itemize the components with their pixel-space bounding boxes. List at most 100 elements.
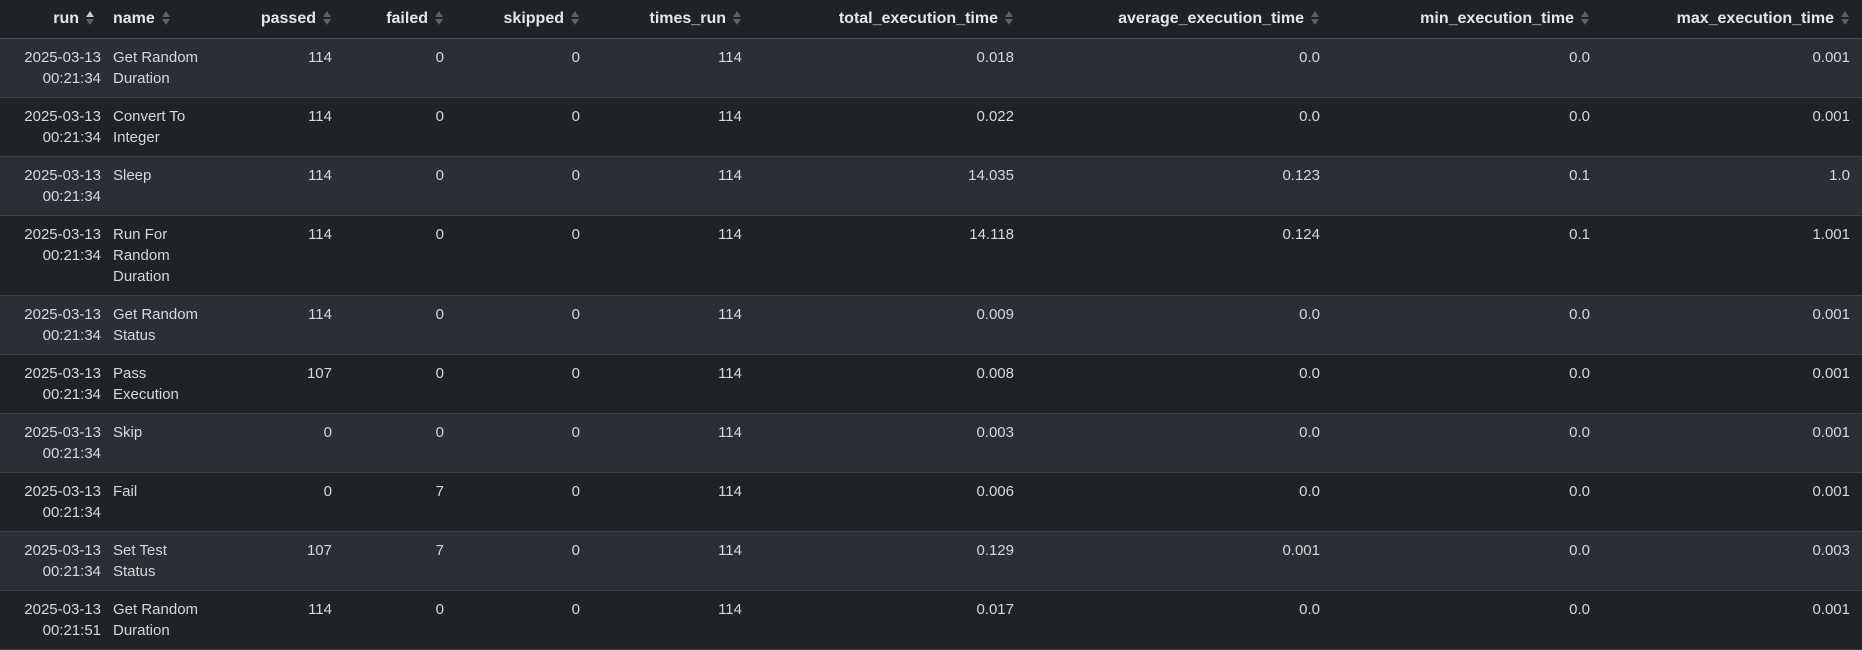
- run-date: 2025-03-13: [24, 225, 101, 243]
- column-header-run[interactable]: run: [0, 0, 107, 38]
- column-header-label: average_execution_time: [1118, 9, 1304, 27]
- sort-neutral-icon[interactable]: [732, 10, 742, 26]
- failed-cell: 0: [435, 600, 444, 618]
- sort-neutral-icon[interactable]: [1840, 10, 1850, 26]
- column-header-failed[interactable]: failed: [344, 0, 456, 38]
- run-time: 00:21:34: [42, 562, 101, 580]
- max-execution-time-cell: 1.001: [1812, 225, 1850, 243]
- table-row: 2025-03-13 00:21:34 Fail 0 7 0 114 0.006 0.0 0.0 0…: [0, 472, 1862, 531]
- column-header-label: times_run: [649, 9, 726, 27]
- average-execution-time-cell: 0.0: [1299, 423, 1320, 441]
- times-run-cell: 114: [718, 166, 742, 184]
- total-execution-time-cell: 0.006: [976, 482, 1014, 500]
- column-header-passed[interactable]: passed: [218, 0, 344, 38]
- max-execution-time-cell: 0.001: [1812, 364, 1850, 382]
- run-time: 00:21:51: [42, 621, 101, 639]
- column-header-times-run[interactable]: times_run: [592, 0, 754, 38]
- results-table-container: run name passed failed skipped times_run total…: [0, 0, 1862, 650]
- table-row: 2025-03-13 00:21:34 Get Random Status 114 0 0…: [0, 295, 1862, 354]
- run-time: 00:21:34: [42, 326, 101, 344]
- column-header-label: skipped: [503, 9, 564, 27]
- times-run-cell: 114: [718, 600, 742, 618]
- sort-neutral-icon[interactable]: [161, 10, 171, 26]
- max-execution-time-cell: 0.001: [1812, 423, 1850, 441]
- failed-cell: 0: [435, 48, 444, 66]
- passed-cell: 114: [308, 600, 332, 618]
- run-cell: 2025-03-13 00:21:51: [0, 590, 107, 649]
- max-execution-time-cell: 0.001: [1812, 48, 1850, 66]
- run-time: 00:21:34: [42, 69, 101, 87]
- run-cell: 2025-03-13 00:21:34: [0, 531, 107, 590]
- column-header-max-execution-time[interactable]: max_execution_time: [1602, 0, 1862, 38]
- table-row: 2025-03-13 00:21:34 Run For Random Duratio…: [0, 215, 1862, 295]
- run-date: 2025-03-13: [24, 107, 101, 125]
- max-execution-time-cell: 0.001: [1812, 305, 1850, 323]
- run-cell: 2025-03-13 00:21:34: [0, 215, 107, 295]
- name-cell: Skip: [113, 423, 143, 441]
- min-execution-time-cell: 0.0: [1569, 107, 1590, 125]
- sort-neutral-icon[interactable]: [1580, 10, 1590, 26]
- total-execution-time-cell: 14.118: [969, 225, 1014, 243]
- total-execution-time-cell: 0.009: [976, 305, 1014, 323]
- min-execution-time-cell: 0.1: [1569, 166, 1590, 184]
- table-row: 2025-03-13 00:21:34 Skip 0 0 0 114 0.003 0.0 0.0 0…: [0, 413, 1862, 472]
- column-header-label: max_execution_time: [1676, 9, 1834, 27]
- skipped-cell: 0: [571, 48, 580, 66]
- times-run-cell: 114: [718, 305, 742, 323]
- total-execution-time-cell: 0.022: [976, 107, 1014, 125]
- run-time: 00:21:34: [42, 385, 101, 403]
- total-execution-time-cell: 0.003: [976, 423, 1014, 441]
- passed-cell: 114: [308, 48, 332, 66]
- max-execution-time-cell: 0.001: [1812, 107, 1850, 125]
- column-header-name[interactable]: name: [107, 0, 218, 38]
- column-header-average-execution-time[interactable]: average_execution_time: [1026, 0, 1332, 38]
- total-execution-time-cell: 0.018: [976, 48, 1014, 66]
- sort-ascending-icon[interactable]: [85, 10, 95, 26]
- run-time: 00:21:34: [42, 503, 101, 521]
- passed-cell: 0: [323, 423, 332, 441]
- sort-neutral-icon[interactable]: [570, 10, 580, 26]
- passed-cell: 114: [308, 225, 332, 243]
- run-cell: 2025-03-13 00:21:34: [0, 97, 107, 156]
- sort-neutral-icon[interactable]: [1310, 10, 1320, 26]
- skipped-cell: 0: [571, 482, 580, 500]
- passed-cell: 114: [308, 107, 332, 125]
- table-row: 2025-03-13 00:21:34 Pass Execution 107 0 0 114…: [0, 354, 1862, 413]
- min-execution-time-cell: 0.0: [1569, 600, 1590, 618]
- run-cell: 2025-03-13 00:21:34: [0, 38, 107, 97]
- table-body: 2025-03-13 00:21:34 Get Random Duration 114…: [0, 38, 1862, 649]
- failed-cell: 0: [435, 364, 444, 382]
- skipped-cell: 0: [571, 423, 580, 441]
- average-execution-time-cell: 0.123: [1282, 166, 1320, 184]
- passed-cell: 114: [308, 166, 332, 184]
- sort-neutral-icon[interactable]: [434, 10, 444, 26]
- skipped-cell: 0: [571, 166, 580, 184]
- min-execution-time-cell: 0.0: [1569, 48, 1590, 66]
- table-row: 2025-03-13 00:21:51 Get Random Duration 114…: [0, 590, 1862, 649]
- min-execution-time-cell: 0.1: [1569, 225, 1590, 243]
- times-run-cell: 114: [718, 541, 742, 559]
- sort-neutral-icon[interactable]: [1004, 10, 1014, 26]
- run-time: 00:21:34: [42, 128, 101, 146]
- name-cell: Pass Execution: [113, 364, 179, 403]
- run-date: 2025-03-13: [24, 48, 101, 66]
- times-run-cell: 114: [718, 107, 742, 125]
- column-header-skipped[interactable]: skipped: [456, 0, 592, 38]
- run-date: 2025-03-13: [24, 600, 101, 618]
- sort-neutral-icon[interactable]: [322, 10, 332, 26]
- average-execution-time-cell: 0.0: [1299, 48, 1320, 66]
- column-header-total-execution-time[interactable]: total_execution_time: [754, 0, 1026, 38]
- run-cell: 2025-03-13 00:21:34: [0, 354, 107, 413]
- min-execution-time-cell: 0.0: [1569, 541, 1590, 559]
- skipped-cell: 0: [571, 225, 580, 243]
- total-execution-time-cell: 0.017: [976, 600, 1014, 618]
- run-cell: 2025-03-13 00:21:34: [0, 295, 107, 354]
- skipped-cell: 0: [571, 305, 580, 323]
- column-header-label: failed: [386, 9, 428, 27]
- run-cell: 2025-03-13 00:21:34: [0, 472, 107, 531]
- column-header-min-execution-time[interactable]: min_execution_time: [1332, 0, 1602, 38]
- run-date: 2025-03-13: [24, 166, 101, 184]
- name-cell: Fail: [113, 482, 138, 500]
- average-execution-time-cell: 0.001: [1282, 541, 1320, 559]
- failed-cell: 0: [435, 225, 444, 243]
